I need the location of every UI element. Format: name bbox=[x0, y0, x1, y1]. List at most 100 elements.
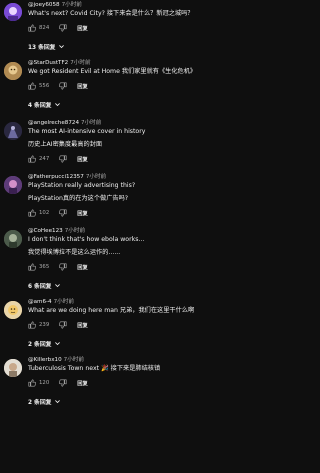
comment: @joey6058 7小时前 What's next? Covid City? 接… bbox=[0, 0, 275, 53]
replies-count: 4 条回复 bbox=[28, 102, 52, 109]
view-replies-button[interactable]: 2 条回复 bbox=[28, 394, 267, 408]
chevron-down-icon bbox=[55, 283, 61, 287]
thumbs-down-icon bbox=[59, 82, 67, 90]
thumbs-up-icon bbox=[28, 321, 36, 329]
comment-text: PlayStation really advertising this? bbox=[28, 182, 136, 189]
comment-text: I don't think that's how ebola works... bbox=[28, 236, 145, 243]
comment-author[interactable]: @joey6058 bbox=[28, 2, 60, 8]
dislike-button[interactable] bbox=[59, 24, 67, 32]
avatar[interactable] bbox=[4, 359, 22, 377]
comment-author[interactable]: @Fatherpucci12357 bbox=[28, 174, 84, 180]
comment-actions: 102 回复 bbox=[28, 207, 267, 219]
like-button[interactable]: 120 bbox=[28, 379, 49, 387]
comment-author[interactable]: @CoHee123 bbox=[28, 228, 63, 234]
comment-author[interactable]: @angelreche8724 bbox=[28, 120, 79, 126]
comment-actions: 120 回复 bbox=[28, 377, 267, 389]
reply-button[interactable]: 回复 bbox=[77, 83, 87, 90]
comment-time: 7小时前 bbox=[64, 228, 86, 234]
dislike-button[interactable] bbox=[59, 263, 67, 271]
avatar[interactable] bbox=[4, 62, 22, 80]
comment-actions: 365 回复 bbox=[28, 261, 267, 273]
reply-button[interactable]: 回复 bbox=[77, 25, 87, 32]
thumbs-down-icon bbox=[59, 209, 67, 217]
comment: @Fatherpucci12357 7小时前 PlayStation really… bbox=[0, 173, 275, 219]
reply-button[interactable]: 回复 bbox=[77, 156, 87, 163]
comment-author[interactable]: @StarDustTF2 bbox=[28, 60, 68, 66]
thumbs-up-icon bbox=[28, 82, 36, 90]
chevron-down-icon bbox=[55, 341, 61, 345]
like-button[interactable]: 247 bbox=[28, 155, 49, 163]
comment-time: 7小时前 bbox=[53, 299, 74, 305]
avatar[interactable] bbox=[4, 230, 22, 248]
comment: @StarDustTF2 7小时前 We got Resident Evil at… bbox=[0, 59, 275, 111]
dislike-button[interactable] bbox=[59, 209, 67, 217]
comment-text: Tuberculosis Town next 🎉 接下来是肺结核镇 bbox=[28, 365, 161, 372]
thumbs-up-icon bbox=[28, 155, 36, 163]
chevron-down-icon bbox=[59, 44, 65, 48]
comment-text: What are we doing here man 兄弟，我们在这里干什么啊 bbox=[28, 307, 195, 314]
comment-actions: 556 回复 bbox=[28, 80, 267, 92]
avatar[interactable] bbox=[4, 301, 22, 319]
comment-actions: 247 回复 bbox=[28, 153, 267, 165]
thumbs-up-icon bbox=[28, 379, 36, 387]
like-button[interactable]: 556 bbox=[28, 82, 49, 90]
comment-time: 7小时前 bbox=[61, 2, 82, 8]
reply-button[interactable]: 回复 bbox=[77, 264, 87, 271]
like-button[interactable]: 365 bbox=[28, 263, 49, 271]
view-replies-button[interactable]: 2 条回复 bbox=[28, 336, 267, 350]
comment-author[interactable]: @am6-4 bbox=[28, 299, 52, 305]
avatar[interactable] bbox=[4, 122, 22, 140]
thumbs-down-icon bbox=[59, 155, 67, 163]
like-count: 102 bbox=[39, 210, 50, 216]
avatar[interactable] bbox=[4, 3, 22, 21]
dislike-button[interactable] bbox=[59, 321, 67, 329]
replies-count: 6 条回复 bbox=[28, 283, 52, 290]
comment-meta: @am6-4 7小时前 bbox=[28, 298, 267, 306]
comment-text: What's next? Covid City? 接下来会是什么？新冠之城吗？ bbox=[28, 10, 194, 17]
comment-meta: @joey6058 7小时前 bbox=[28, 1, 267, 9]
thumbs-down-icon bbox=[59, 24, 67, 32]
thumbs-down-icon bbox=[59, 263, 67, 271]
thumbs-up-icon bbox=[28, 209, 36, 217]
comment-actions: 239 回复 bbox=[28, 319, 267, 331]
like-count: 365 bbox=[39, 264, 50, 270]
comment-time: 7小时前 bbox=[70, 60, 91, 66]
view-replies-button[interactable]: 6 条回复 bbox=[28, 278, 267, 292]
comment-list: @joey6058 7小时前 What's next? Covid City? 接… bbox=[0, 0, 275, 408]
comment-time: 7小时前 bbox=[63, 357, 84, 363]
comment-meta: @angelreche8724 7小时前 bbox=[28, 119, 267, 127]
reply-button[interactable]: 回复 bbox=[77, 322, 87, 329]
dislike-button[interactable] bbox=[59, 379, 67, 387]
comment-author[interactable]: @Killerbx10 bbox=[28, 357, 62, 363]
replies-count: 2 条回复 bbox=[28, 341, 52, 348]
comment-time: 7小时前 bbox=[85, 174, 107, 180]
like-button[interactable]: 824 bbox=[28, 24, 49, 32]
like-count: 120 bbox=[39, 380, 50, 386]
like-count: 239 bbox=[39, 322, 50, 328]
dislike-button[interactable] bbox=[59, 82, 67, 90]
dislike-button[interactable] bbox=[59, 155, 67, 163]
thumbs-up-icon bbox=[28, 263, 36, 271]
view-replies-button[interactable]: 13 条回复 bbox=[28, 39, 267, 53]
comment-time: 7小时前 bbox=[81, 120, 102, 126]
comment-meta: @Killerbx10 7小时前 bbox=[28, 356, 267, 364]
avatar[interactable] bbox=[4, 176, 22, 194]
like-count: 556 bbox=[39, 83, 50, 89]
like-button[interactable]: 102 bbox=[28, 209, 49, 217]
like-button[interactable]: 239 bbox=[28, 321, 49, 329]
chevron-down-icon bbox=[55, 399, 61, 403]
comment-text: We got Resident Evil at Home 我们家里就有《生化危机… bbox=[28, 68, 197, 75]
chevron-down-icon bbox=[55, 102, 61, 106]
thumbs-down-icon bbox=[59, 321, 67, 329]
reply-button[interactable]: 回复 bbox=[77, 210, 87, 217]
comment: @CoHee123 7小时前 I don't think that's how e… bbox=[0, 227, 275, 292]
replies-count: 13 条回复 bbox=[28, 44, 56, 51]
comment-text: 我觉得埃博拉不是这么运作的...... bbox=[28, 249, 121, 256]
comment-text: The most AI-intensive cover in history bbox=[28, 128, 146, 135]
reply-button[interactable]: 回复 bbox=[77, 380, 87, 387]
comment-meta: @Fatherpucci12357 7小时前 bbox=[28, 173, 267, 181]
comment-text: PlayStation真的在为这个做广告吗? bbox=[28, 195, 129, 202]
comment-actions: 824 回复 bbox=[28, 22, 267, 34]
comment: @am6-4 7小时前 What are we doing here man 兄弟… bbox=[0, 298, 275, 350]
view-replies-button[interactable]: 4 条回复 bbox=[28, 97, 267, 111]
